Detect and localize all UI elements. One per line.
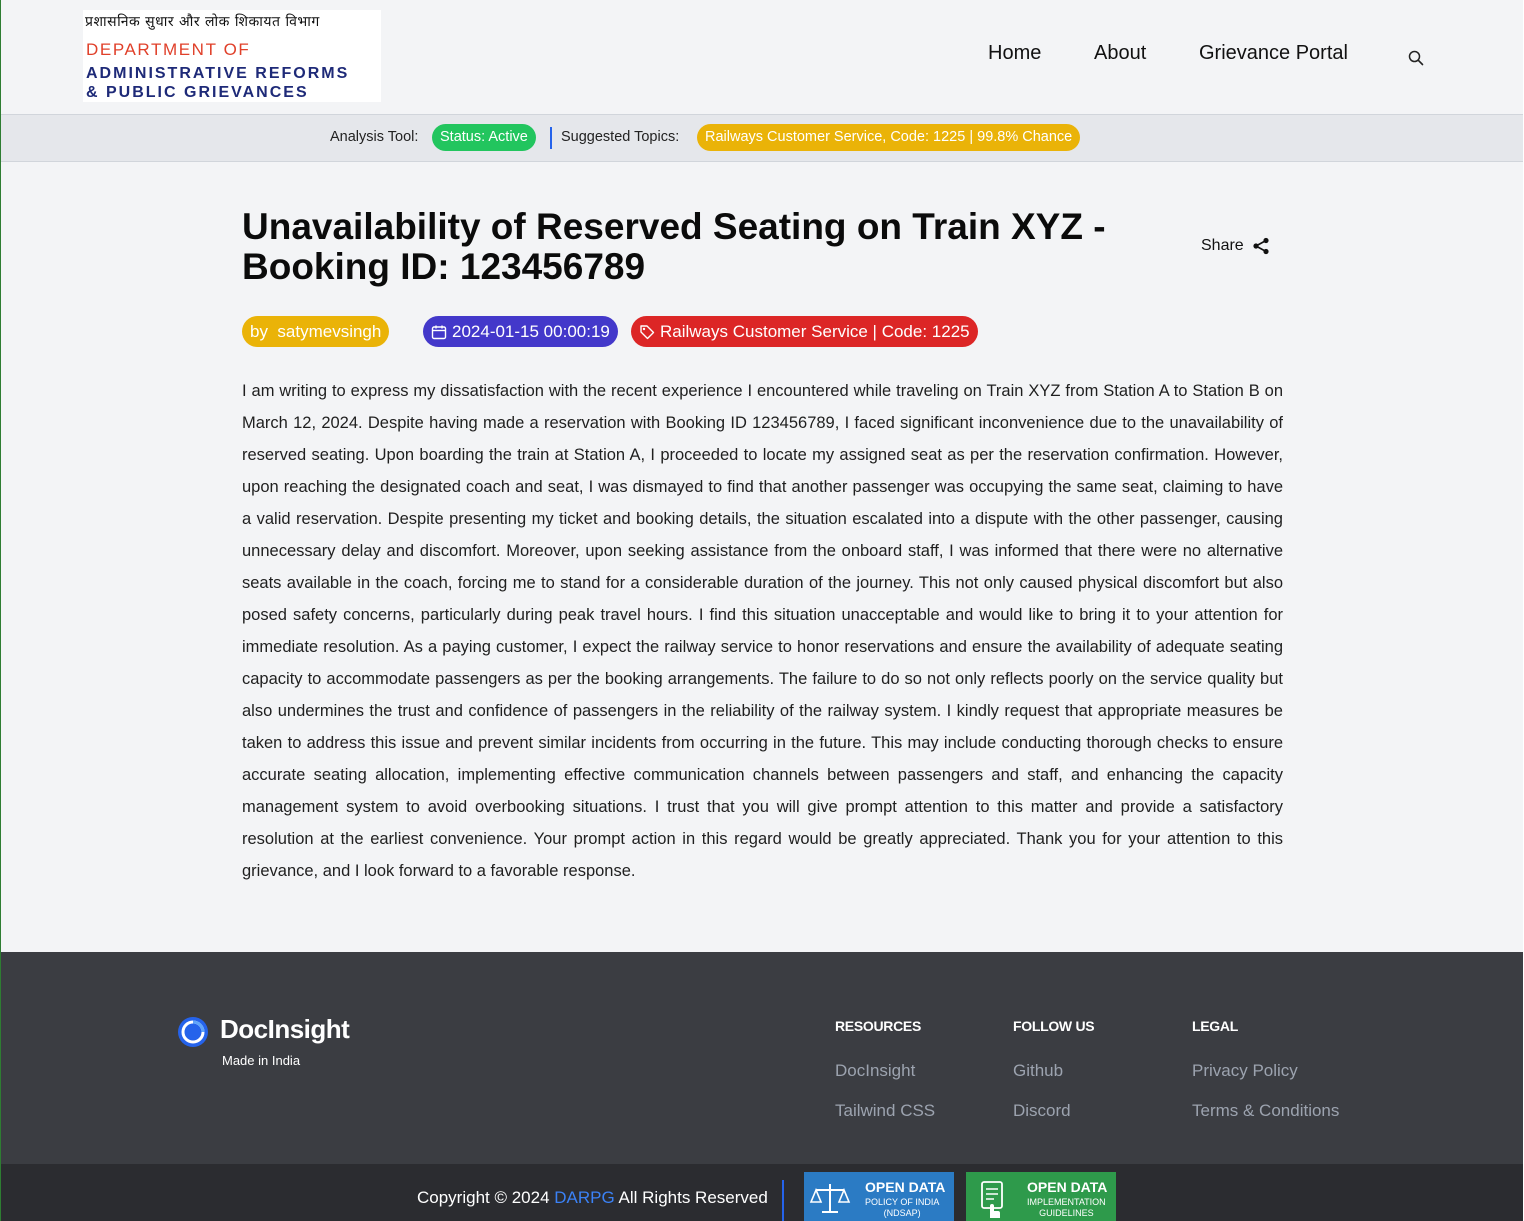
guidelines-badge-title: OPEN DATA bbox=[1027, 1179, 1108, 1195]
footer-link-terms[interactable]: Terms & Conditions bbox=[1192, 1101, 1339, 1121]
date-label: 2024-01-15 00:00:19 bbox=[452, 322, 610, 341]
analysis-bar: Analysis Tool: Status: Active Suggested … bbox=[1, 114, 1523, 162]
category-tag[interactable]: Railways Customer Service | Code: 1225 bbox=[631, 316, 978, 347]
nav-about[interactable]: About bbox=[1094, 42, 1146, 65]
document-hand-icon bbox=[981, 1181, 1003, 1218]
suggested-topics-label: Suggested Topics: bbox=[561, 129, 680, 145]
footer-link-docinsight[interactable]: DocInsight bbox=[835, 1061, 915, 1081]
ndsap-badge-sub2: (NDSAP) bbox=[883, 1208, 921, 1218]
logo-line-1: DEPARTMENT OF bbox=[86, 40, 251, 59]
logo-line-2: ADMINISTRATIVE REFORMS bbox=[86, 65, 350, 82]
footer-tagline: Made in India bbox=[222, 1053, 301, 1068]
footer-heading-legal: LEGAL bbox=[1192, 1018, 1238, 1034]
footer-divider bbox=[782, 1180, 784, 1221]
page: प्रशासनिक सुधार और लोक शिकायत विभाग DEPA… bbox=[0, 0, 1523, 1221]
author-label: by satymevsingh bbox=[250, 322, 382, 341]
copyright-suffix: All Rights Reserved bbox=[614, 1188, 768, 1207]
footer-link-discord[interactable]: Discord bbox=[1013, 1101, 1071, 1121]
tag-icon bbox=[640, 324, 655, 339]
nav-grievance-portal[interactable]: Grievance Portal bbox=[1199, 42, 1348, 65]
copyright-prefix: Copyright © 2024 bbox=[417, 1188, 555, 1207]
grievance-body: I am writing to express my dissatisfacti… bbox=[242, 382, 1283, 880]
footer-link-github[interactable]: Github bbox=[1013, 1061, 1063, 1081]
footer-heading-resources: RESOURCES bbox=[835, 1018, 921, 1034]
ndsap-badge-title: OPEN DATA bbox=[865, 1179, 946, 1195]
guidelines-badge-sub1: IMPLEMENTATION bbox=[1027, 1197, 1106, 1207]
status-badge: Status: Active bbox=[432, 124, 536, 151]
grievance-title: Unavailability of Reserved Seating on Tr… bbox=[242, 206, 1106, 287]
share-icon bbox=[1253, 237, 1269, 255]
footer-column-resources: RESOURCES DocInsight Tailwind CSS bbox=[835, 1018, 935, 1120]
darpg-logo[interactable]: प्रशासनिक सुधार और लोक शिकायत विभाग DEPA… bbox=[83, 10, 381, 102]
footer-column-legal: LEGAL Privacy Policy Terms & Conditions bbox=[1192, 1018, 1339, 1120]
footer-heading-follow: FOLLOW US bbox=[1013, 1018, 1095, 1034]
guidelines-badge-subtitle: IMPLEMENTATION GUIDELINES bbox=[1027, 1197, 1106, 1219]
copyright-text: Copyright © 2024 DARPG All Rights Reserv… bbox=[417, 1188, 768, 1208]
search-icon[interactable] bbox=[1407, 49, 1425, 67]
suggested-topic-badge[interactable]: Railways Customer Service, Code: 1225 | … bbox=[697, 124, 1081, 151]
copyright-org-link[interactable]: DARPG bbox=[554, 1188, 614, 1207]
site-header: प्रशासनिक सुधार और लोक शिकायत विभाग DEPA… bbox=[1, 0, 1523, 114]
ndsap-badge-subtitle: POLICY OF INDIA (NDSAP) bbox=[865, 1197, 939, 1219]
footer-link-tailwind[interactable]: Tailwind CSS bbox=[835, 1101, 935, 1121]
share-button[interactable]: Share bbox=[1201, 237, 1270, 255]
date-tag: 2024-01-15 00:00:19 bbox=[423, 316, 618, 347]
docinsight-logo-icon bbox=[178, 1017, 208, 1047]
category-label: Railways Customer Service | Code: 1225 bbox=[660, 322, 970, 341]
calendar-icon bbox=[431, 325, 447, 339]
analysis-divider bbox=[550, 127, 552, 149]
footer-link-privacy[interactable]: Privacy Policy bbox=[1192, 1061, 1298, 1081]
analysis-tool-label: Analysis Tool: bbox=[330, 129, 419, 145]
ndsap-badge[interactable]: OPEN DATA POLICY OF INDIA (NDSAP) bbox=[804, 1172, 954, 1221]
ndsap-badge-sub1: POLICY OF INDIA bbox=[865, 1197, 940, 1207]
guidelines-badge[interactable]: OPEN DATA IMPLEMENTATION GUIDELINES bbox=[966, 1172, 1116, 1221]
nav-home[interactable]: Home bbox=[988, 42, 1041, 65]
scales-icon bbox=[809, 1184, 851, 1213]
guidelines-badge-sub2: GUIDELINES bbox=[1039, 1208, 1094, 1218]
share-label: Share bbox=[1201, 237, 1244, 254]
author-tag[interactable]: by satymevsingh bbox=[242, 316, 390, 347]
logo-hindi-text: प्रशासनिक सुधार और लोक शिकायत विभाग bbox=[85, 14, 320, 30]
logo-line-3: & PUBLIC GRIEVANCES bbox=[86, 84, 309, 101]
footer-column-follow: FOLLOW US Github Discord bbox=[1013, 1018, 1095, 1120]
footer-brand-name[interactable]: DocInsight bbox=[220, 1014, 350, 1045]
